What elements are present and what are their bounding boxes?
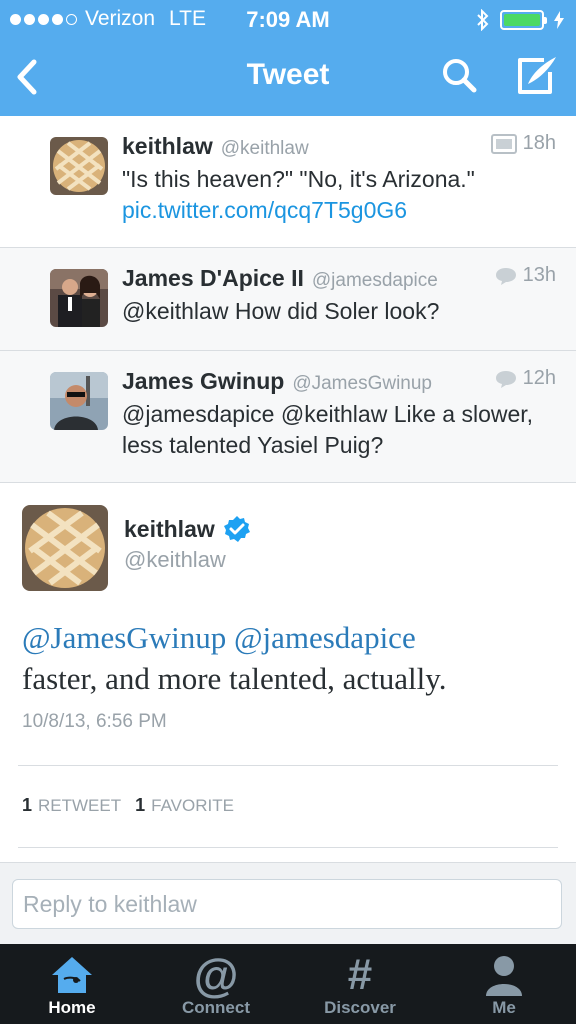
top-bar: Verizon LTE 7:09 AM Tweet bbox=[0, 0, 576, 116]
tab-home[interactable]: Home bbox=[0, 944, 144, 1024]
tweet-time: 12h bbox=[522, 367, 556, 389]
conversation-list: keithlaw @keithlaw 18h "Is this heaven?"… bbox=[0, 116, 576, 483]
tweet-time: 13h bbox=[522, 264, 556, 286]
reply-bubble-icon bbox=[495, 267, 516, 285]
author-handle: @keithlaw bbox=[220, 137, 309, 159]
tab-label: Home bbox=[48, 998, 96, 1017]
avatar[interactable] bbox=[50, 137, 108, 195]
conversation-tweet[interactable]: James D'Apice II @jamesdapice 13h @keith… bbox=[0, 248, 576, 351]
tab-connect[interactable]: @ Connect bbox=[144, 944, 288, 1024]
nav-bar: Tweet bbox=[0, 40, 576, 116]
tab-me[interactable]: Me bbox=[432, 944, 576, 1024]
couple-avatar-image bbox=[50, 269, 108, 327]
tab-label: Discover bbox=[324, 998, 396, 1017]
tweet-text: "Is this heaven?" "No, it's Arizona." bbox=[122, 165, 475, 192]
favorites-stat[interactable]: 1 FAVORITE bbox=[135, 795, 234, 816]
retweets-label: RETWEET bbox=[38, 796, 122, 815]
mention-link[interactable]: @jamesdapice bbox=[234, 620, 416, 655]
divider bbox=[18, 847, 558, 848]
conversation-tweet[interactable]: keithlaw @keithlaw 18h "Is this heaven?"… bbox=[0, 116, 576, 248]
favorites-count: 1 bbox=[135, 795, 146, 815]
retweets-count: 1 bbox=[22, 795, 33, 815]
author-handle: @JamesGwinup bbox=[292, 372, 432, 394]
conversation-tweet[interactable]: James Gwinup @JamesGwinup 12h @jamesdapi… bbox=[0, 351, 576, 483]
divider bbox=[18, 765, 558, 766]
reply-bar bbox=[0, 862, 576, 944]
tweet-text: @JamesGwinup @jamesdapice faster, and mo… bbox=[22, 617, 536, 699]
avatar[interactable] bbox=[22, 505, 108, 591]
tab-label: Connect bbox=[182, 998, 250, 1017]
tab-discover[interactable]: # Discover bbox=[288, 944, 432, 1024]
status-right bbox=[476, 9, 564, 31]
page-title: Tweet bbox=[246, 58, 330, 91]
home-icon bbox=[52, 957, 92, 993]
pie-avatar-image bbox=[22, 505, 108, 591]
tab-bar: Home @ Connect # Discover Me bbox=[0, 944, 576, 1024]
favorites-label: FAVORITE bbox=[151, 796, 234, 815]
author-name[interactable]: keithlaw bbox=[124, 516, 215, 543]
tweet-text: @keithlaw How did Soler look? bbox=[122, 297, 440, 324]
reply-bubble-icon bbox=[495, 370, 516, 388]
author-handle: @jamesdapice bbox=[311, 269, 438, 291]
search-icon[interactable] bbox=[440, 56, 480, 96]
charging-icon bbox=[554, 11, 564, 29]
tweet-text: @jamesdapice @keithlaw Like a slower, le… bbox=[122, 400, 534, 458]
tweet-timestamp: 10/8/13, 6:56 PM bbox=[22, 711, 167, 732]
author-name[interactable]: James Gwinup bbox=[122, 368, 284, 395]
avatar[interactable] bbox=[50, 269, 108, 327]
status-bar: Verizon LTE 7:09 AM bbox=[0, 0, 576, 40]
tweet-body-text: faster, and more talented, actually. bbox=[22, 661, 447, 696]
main-tweet: keithlaw @keithlaw @JamesGwinup @jamesda… bbox=[0, 482, 576, 862]
tab-label: Me bbox=[492, 998, 516, 1017]
verified-icon bbox=[223, 516, 250, 542]
person-icon bbox=[486, 956, 522, 996]
person-avatar-image bbox=[50, 372, 108, 430]
tweet-stats: 1 RETWEET 1 FAVORITE bbox=[22, 795, 234, 816]
bluetooth-icon bbox=[477, 9, 489, 31]
pie-avatar-image bbox=[50, 137, 108, 195]
author-name[interactable]: James D'Apice II bbox=[122, 265, 304, 292]
compose-icon[interactable] bbox=[514, 54, 560, 96]
image-icon bbox=[490, 133, 517, 154]
hash-icon: # bbox=[347, 950, 373, 999]
author-handle: @keithlaw bbox=[124, 547, 226, 572]
battery-icon bbox=[500, 10, 547, 30]
tweet-link[interactable]: pic.twitter.com/qcq7T5g0G6 bbox=[122, 195, 556, 226]
mention-link[interactable]: @JamesGwinup bbox=[22, 620, 226, 655]
retweets-stat[interactable]: 1 RETWEET bbox=[22, 795, 121, 816]
tweet-time: 18h bbox=[522, 132, 556, 154]
avatar[interactable] bbox=[50, 372, 108, 430]
author-name[interactable]: keithlaw bbox=[122, 133, 213, 160]
at-icon: @ bbox=[193, 949, 239, 1001]
reply-input[interactable] bbox=[12, 879, 562, 929]
